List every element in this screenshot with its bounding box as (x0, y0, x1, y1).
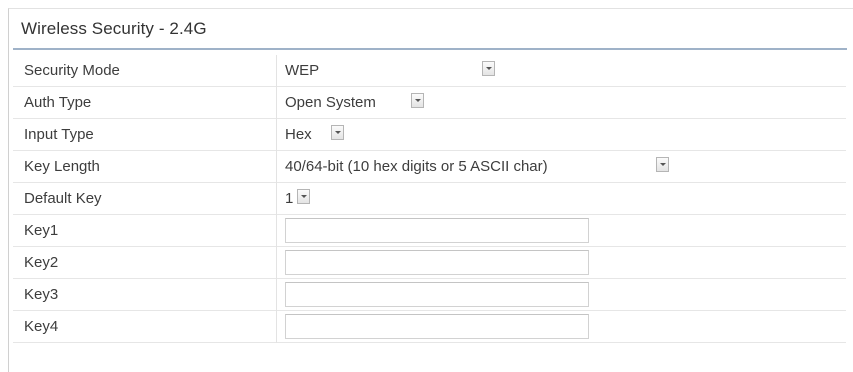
key-length-label: Key Length (24, 158, 100, 175)
security-mode-select[interactable]: WEP (285, 60, 505, 80)
row-key4: Key4 (13, 311, 846, 343)
row-key2: Key2 (13, 247, 846, 279)
column-divider (276, 183, 277, 215)
auth-type-select[interactable]: Open System (285, 92, 425, 112)
chevron-down-icon[interactable] (411, 93, 424, 108)
input-type-label: Input Type (24, 126, 94, 143)
security-mode-label: Security Mode (24, 62, 120, 79)
chevron-down-icon[interactable] (297, 189, 310, 204)
title-divider (13, 48, 847, 50)
key3-label: Key3 (24, 286, 59, 303)
input-type-value: Hex (285, 126, 312, 143)
default-key-value: 1 (285, 190, 294, 207)
key1-label: Key1 (24, 222, 59, 239)
row-security-mode: Security Mode WEP (13, 55, 846, 87)
column-divider (276, 311, 277, 343)
column-divider (276, 151, 277, 183)
row-default-key: Default Key 1 (13, 183, 846, 215)
row-key1: Key1 (13, 215, 846, 247)
row-key-length: Key Length 40/64-bit (10 hex digits or 5… (13, 151, 846, 183)
key4-label: Key4 (24, 318, 59, 335)
column-divider (276, 247, 277, 279)
key1-input[interactable] (285, 218, 589, 243)
chevron-down-icon[interactable] (656, 157, 669, 172)
wireless-security-panel: Wireless Security - 2.4G Security Mode W… (8, 8, 853, 372)
key2-input[interactable] (285, 250, 589, 275)
key-length-select[interactable]: 40/64-bit (10 hex digits or 5 ASCII char… (285, 156, 675, 176)
default-key-select[interactable]: 1 (285, 188, 325, 208)
column-divider (276, 119, 277, 151)
chevron-down-icon[interactable] (482, 61, 495, 76)
column-divider (276, 87, 277, 119)
row-auth-type: Auth Type Open System (13, 87, 846, 119)
column-divider (276, 55, 277, 87)
default-key-label: Default Key (24, 190, 102, 207)
key4-input[interactable] (285, 314, 589, 339)
security-mode-value: WEP (285, 62, 320, 79)
key3-input[interactable] (285, 282, 589, 307)
column-divider (276, 279, 277, 311)
row-input-type: Input Type Hex (13, 119, 846, 151)
column-divider (276, 215, 277, 247)
row-key3: Key3 (13, 279, 846, 311)
auth-type-label: Auth Type (24, 94, 92, 111)
panel-title: Wireless Security - 2.4G (21, 19, 207, 38)
auth-type-value: Open System (285, 94, 376, 111)
settings-table: Security Mode WEP Auth Type Open System … (13, 55, 846, 343)
key2-label: Key2 (24, 254, 59, 271)
input-type-select[interactable]: Hex (285, 124, 355, 144)
key-length-value: 40/64-bit (10 hex digits or 5 ASCII char… (285, 158, 548, 175)
chevron-down-icon[interactable] (331, 125, 344, 140)
